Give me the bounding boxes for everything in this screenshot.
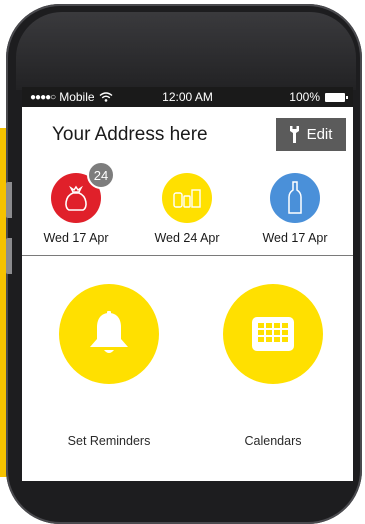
volume-up-button xyxy=(6,182,12,218)
bin-circle xyxy=(270,173,320,223)
bin-collection-row: 24 Wed 17 Apr Wed 24 Apr Wed 17 Apr xyxy=(22,159,353,256)
bell-icon xyxy=(90,311,128,353)
bin-general-waste[interactable]: 24 Wed 17 Apr xyxy=(32,161,120,245)
calendars-button[interactable]: Calendars xyxy=(198,284,348,448)
bin-glass[interactable]: Wed 17 Apr xyxy=(251,173,339,245)
calendars-circle xyxy=(223,284,323,384)
app-header: Your Address here Edit xyxy=(22,107,353,159)
address-title: Your Address here xyxy=(52,124,208,145)
collection-count-badge: 24 xyxy=(87,161,115,189)
reminders-circle xyxy=(59,284,159,384)
calendar-icon xyxy=(252,317,294,351)
app-screen: ●●●●○ Mobile 12:00 AM 100% Your Address … xyxy=(22,87,353,481)
wrench-icon xyxy=(289,126,299,143)
volume-down-button xyxy=(6,238,12,274)
bin-recycling[interactable]: Wed 24 Apr xyxy=(143,173,231,245)
bottle-icon xyxy=(288,181,302,214)
status-bar: ●●●●○ Mobile 12:00 AM 100% xyxy=(22,87,353,107)
phone-frame: ●●●●○ Mobile 12:00 AM 100% Your Address … xyxy=(6,4,362,524)
bin-date: Wed 17 Apr xyxy=(262,231,328,245)
battery-percent: 100% xyxy=(289,90,320,104)
edit-button[interactable]: Edit xyxy=(276,118,346,151)
garbage-bag-icon xyxy=(65,185,87,211)
calendars-label: Calendars xyxy=(244,434,302,448)
set-reminders-button[interactable]: Set Reminders xyxy=(34,284,184,448)
bin-circle xyxy=(162,173,212,223)
recycling-containers-icon xyxy=(173,189,201,208)
bin-date: Wed 24 Apr xyxy=(154,231,220,245)
edit-button-label: Edit xyxy=(306,126,333,143)
bin-date: Wed 17 Apr xyxy=(43,231,109,245)
bin-circle: 24 xyxy=(51,161,115,223)
phone-top-bezel xyxy=(16,12,356,90)
actions-section: Set Reminders Calendars xyxy=(22,256,353,481)
set-reminders-label: Set Reminders xyxy=(67,434,151,448)
battery-icon xyxy=(325,92,348,102)
